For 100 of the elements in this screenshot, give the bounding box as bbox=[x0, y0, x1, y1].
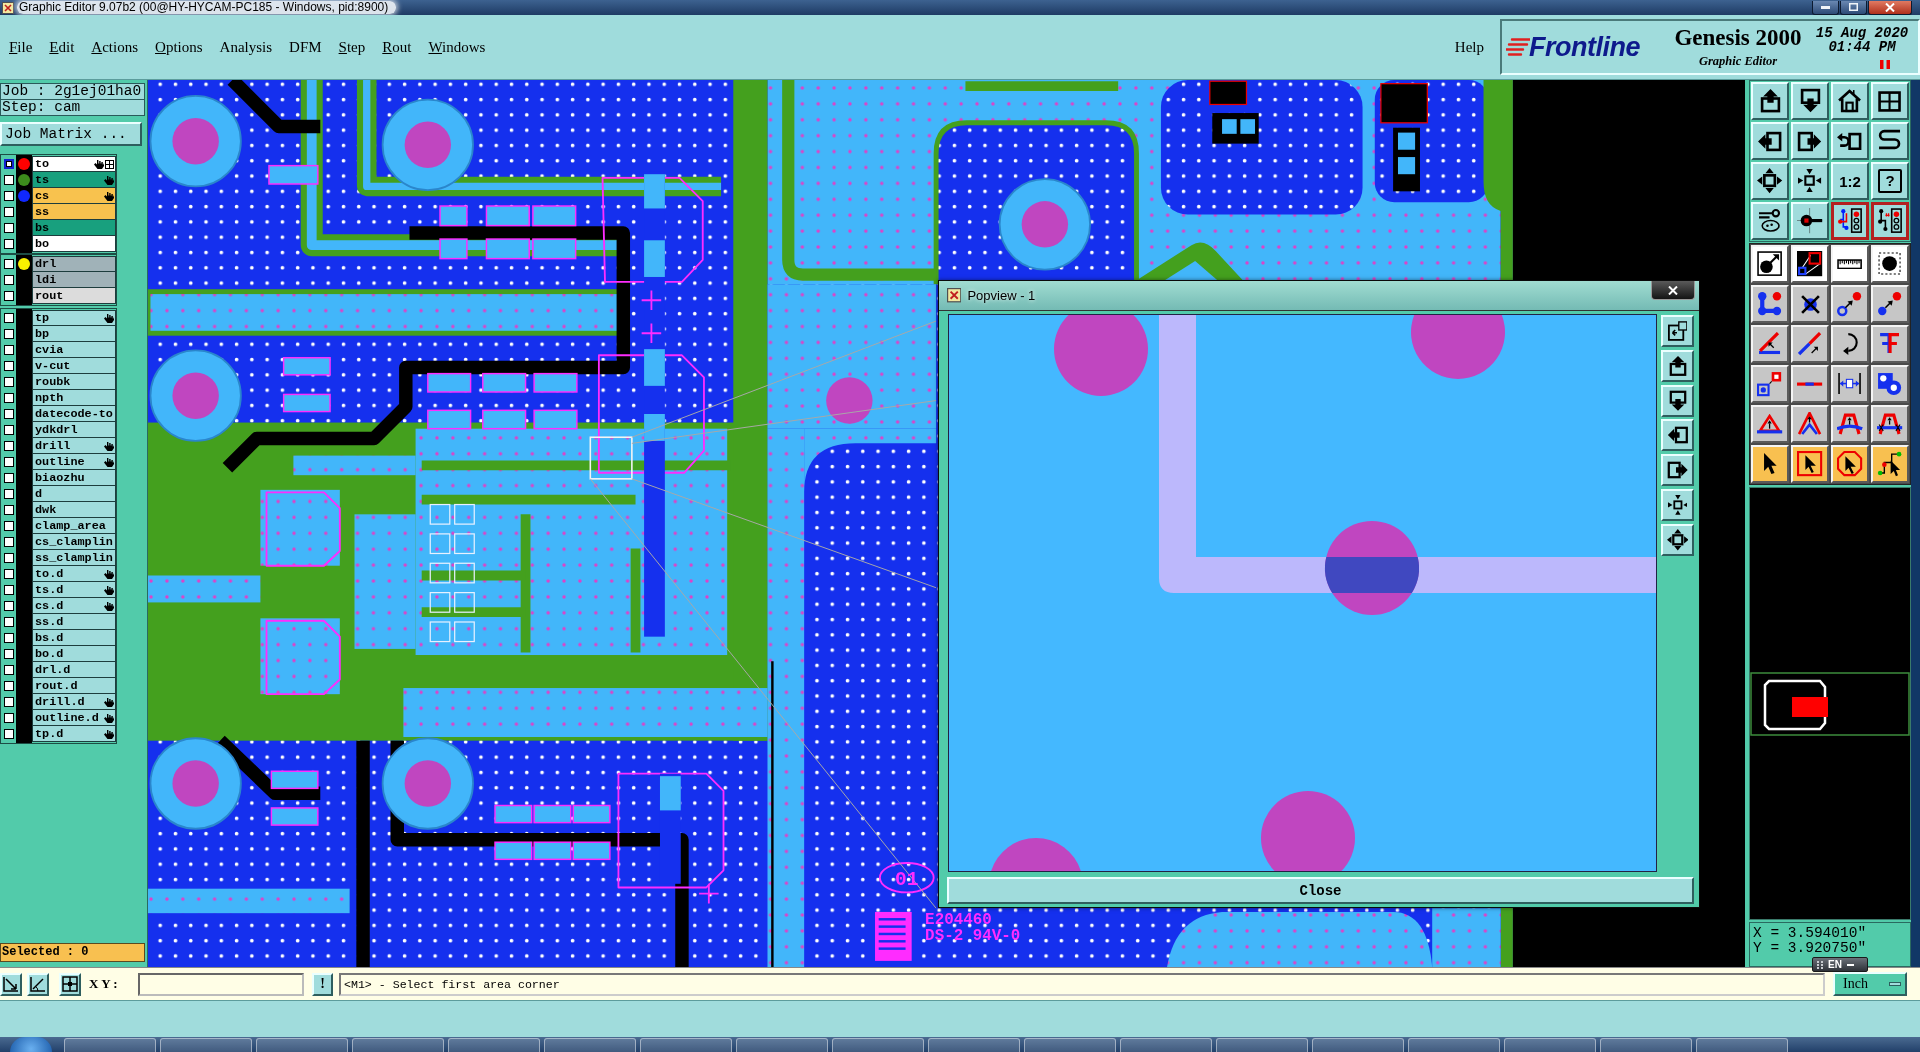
layer-item[interactable]: to bbox=[32, 156, 116, 172]
layer-item[interactable]: cs bbox=[32, 188, 116, 204]
menu-item[interactable]: Edit bbox=[49, 38, 75, 56]
checkbox[interactable] bbox=[3, 729, 14, 739]
checkbox[interactable] bbox=[3, 505, 14, 515]
checkbox[interactable] bbox=[3, 473, 14, 483]
checkbox[interactable] bbox=[3, 457, 14, 467]
checkbox[interactable] bbox=[3, 159, 14, 169]
layer-item[interactable]: cs_clamplin bbox=[32, 534, 116, 550]
layer-item[interactable]: tp.d bbox=[32, 726, 116, 742]
checkbox[interactable] bbox=[3, 329, 14, 339]
close-button[interactable] bbox=[1868, 0, 1912, 15]
checkbox[interactable] bbox=[3, 489, 14, 499]
layer-item[interactable]: to.d bbox=[32, 566, 116, 582]
checkbox[interactable] bbox=[3, 569, 14, 579]
checkbox[interactable] bbox=[3, 537, 14, 547]
language-bar[interactable]: EN bbox=[1812, 957, 1868, 972]
toolbar-button[interactable] bbox=[1661, 384, 1694, 417]
coordinate-input[interactable] bbox=[138, 972, 304, 996]
taskbar-button[interactable] bbox=[1696, 1038, 1788, 1052]
layer-item[interactable]: drill bbox=[32, 438, 116, 454]
layer-item[interactable]: drill.d bbox=[32, 694, 116, 710]
layer-item[interactable]: bo bbox=[32, 236, 116, 252]
menu-item[interactable]: Analysis bbox=[219, 38, 273, 56]
checkbox[interactable] bbox=[3, 191, 14, 201]
layer-item[interactable]: biaozhu bbox=[32, 470, 116, 486]
layer-item[interactable]: ss.d bbox=[32, 614, 116, 630]
checkbox[interactable] bbox=[3, 313, 14, 323]
taskbar-button[interactable] bbox=[160, 1038, 252, 1052]
toolbar-button[interactable] bbox=[1661, 489, 1694, 521]
toolbar-button[interactable] bbox=[1661, 315, 1694, 347]
layer-item[interactable]: tp bbox=[32, 310, 116, 326]
checkbox[interactable] bbox=[3, 441, 14, 451]
toolbar-button[interactable] bbox=[1661, 454, 1694, 487]
menu-item[interactable]: Windows bbox=[428, 38, 486, 56]
tool-button[interactable]: 1:2 bbox=[1831, 162, 1869, 200]
taskbar-button[interactable] bbox=[1024, 1038, 1116, 1052]
checkbox[interactable] bbox=[3, 361, 14, 371]
taskbar-button[interactable] bbox=[448, 1038, 540, 1052]
tool-button[interactable] bbox=[1871, 202, 1909, 240]
checkbox[interactable] bbox=[3, 649, 14, 659]
layer-item[interactable]: npth bbox=[32, 390, 116, 406]
taskbar-button[interactable] bbox=[928, 1038, 1020, 1052]
layer-item[interactable]: datecode-to bbox=[32, 406, 116, 422]
taskbar-button[interactable] bbox=[1216, 1038, 1308, 1052]
checkbox[interactable] bbox=[3, 345, 14, 355]
checkbox[interactable] bbox=[3, 633, 14, 643]
toolbar-button[interactable] bbox=[1661, 349, 1694, 382]
taskbar-button[interactable] bbox=[736, 1038, 828, 1052]
layer-item[interactable]: bp bbox=[32, 326, 116, 342]
checkbox[interactable] bbox=[3, 601, 14, 611]
layer-item[interactable]: ss bbox=[32, 204, 116, 220]
checkbox[interactable] bbox=[3, 291, 14, 301]
menu-item[interactable]: Options bbox=[155, 38, 203, 56]
checkbox[interactable] bbox=[3, 223, 14, 233]
taskbar-button[interactable] bbox=[544, 1038, 636, 1052]
minimize-button[interactable] bbox=[1812, 0, 1839, 15]
layer-item[interactable]: bo.d bbox=[32, 646, 116, 662]
close-button[interactable]: Close bbox=[947, 877, 1694, 904]
tool-button[interactable] bbox=[1831, 202, 1869, 240]
menu-item[interactable]: File bbox=[9, 38, 33, 56]
checkbox[interactable] bbox=[3, 275, 14, 285]
job-matrix-button[interactable]: Job Matrix ... bbox=[0, 122, 142, 146]
layer-item[interactable]: outline bbox=[32, 454, 116, 470]
layer-item[interactable]: ss_clamplin bbox=[32, 550, 116, 566]
confirm-button[interactable]: ! bbox=[312, 972, 333, 996]
layer-item[interactable]: bs bbox=[32, 220, 116, 236]
layer-item[interactable]: roubk bbox=[32, 374, 116, 390]
start-button[interactable] bbox=[10, 1037, 52, 1052]
menu-item[interactable]: Rout bbox=[382, 38, 412, 56]
toolbar-button[interactable] bbox=[1661, 523, 1694, 556]
checkbox[interactable] bbox=[3, 585, 14, 595]
layer-item[interactable]: ldi bbox=[32, 272, 116, 288]
close-button[interactable] bbox=[1651, 281, 1695, 300]
checkbox[interactable] bbox=[3, 521, 14, 531]
units-dropdown[interactable]: Inch bbox=[1833, 972, 1907, 996]
checkbox[interactable] bbox=[3, 377, 14, 387]
menu-item[interactable]: Actions bbox=[91, 38, 139, 56]
checkbox[interactable] bbox=[3, 409, 14, 419]
layer-item[interactable]: outline.d bbox=[32, 710, 116, 726]
taskbar-button[interactable] bbox=[64, 1038, 156, 1052]
taskbar-button[interactable] bbox=[1504, 1038, 1596, 1052]
taskbar-button[interactable] bbox=[640, 1038, 732, 1052]
toolbar-button[interactable] bbox=[1661, 419, 1694, 452]
layer-item[interactable]: rout.d bbox=[32, 678, 116, 694]
maximize-button[interactable] bbox=[1840, 0, 1867, 15]
checkbox[interactable] bbox=[3, 239, 14, 249]
layer-item[interactable]: ts bbox=[32, 172, 116, 188]
checkbox[interactable] bbox=[3, 681, 14, 691]
checkbox[interactable] bbox=[3, 393, 14, 403]
checkbox[interactable] bbox=[3, 697, 14, 707]
help-menu[interactable]: Help bbox=[1454, 38, 1484, 56]
menu-item[interactable]: DFM bbox=[289, 38, 322, 56]
checkbox[interactable] bbox=[3, 259, 14, 269]
layer-item[interactable]: dwk bbox=[32, 502, 116, 518]
checkbox[interactable] bbox=[3, 207, 14, 217]
layer-item[interactable]: drl bbox=[32, 256, 116, 272]
taskbar-button[interactable] bbox=[256, 1038, 348, 1052]
checkbox[interactable] bbox=[3, 617, 14, 627]
layer-item[interactable]: cvia bbox=[32, 342, 116, 358]
